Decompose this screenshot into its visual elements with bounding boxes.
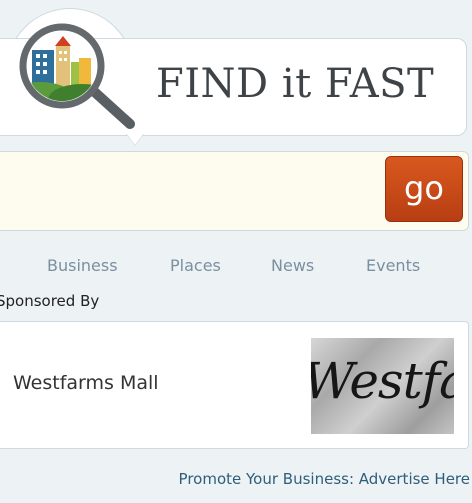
go-button[interactable]: go — [385, 156, 463, 222]
sponsor-logo-text: Westfarms — [311, 352, 454, 410]
brand-title: FIND it FAST — [156, 61, 435, 107]
promote-business-link[interactable]: Promote Your Business: Advertise Here — [179, 470, 470, 488]
search-input[interactable] — [0, 152, 366, 230]
tab-events[interactable]: Events — [366, 256, 420, 275]
magnifier-city-icon — [19, 23, 135, 129]
tab-places[interactable]: Places — [170, 256, 221, 275]
tab-business[interactable]: Business — [47, 256, 118, 275]
sponsor-logo-image[interactable]: Westfarms — [311, 338, 454, 434]
sponsored-by-label: Sponsored By — [0, 292, 100, 310]
sponsor-card[interactable]: Westfarms Mall Westfarms — [0, 321, 469, 449]
find-it-fast-widget: FIND it FAST go Business Places News Eve… — [0, 0, 472, 503]
category-tabs: Business Places News Events — [0, 256, 472, 276]
tab-news[interactable]: News — [271, 256, 314, 275]
sponsor-name[interactable]: Westfarms Mall — [13, 372, 159, 394]
